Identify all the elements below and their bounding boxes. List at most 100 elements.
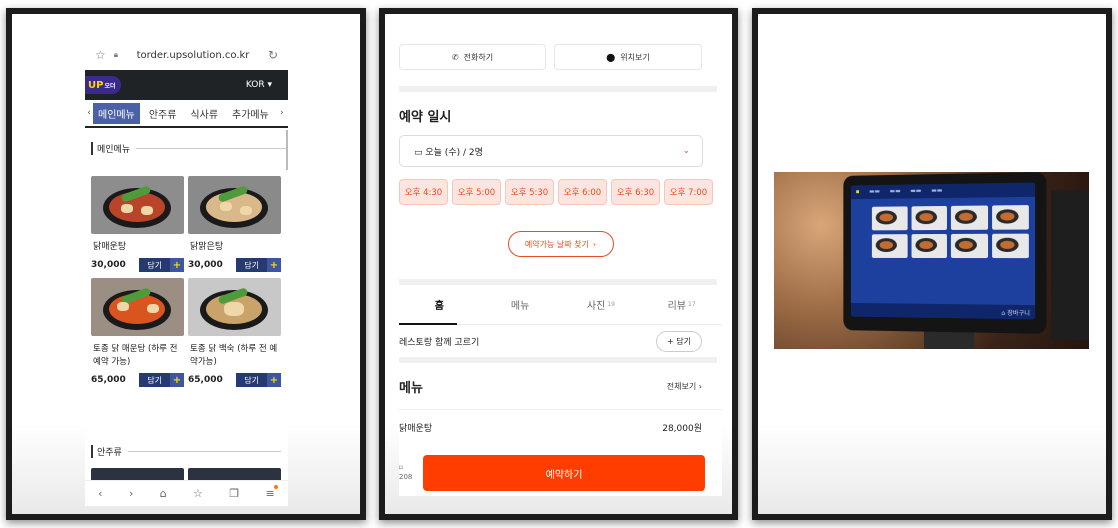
dish-photo xyxy=(188,278,281,336)
dish-price: 30,000 xyxy=(188,260,223,270)
menu-item-price: 28,000원 xyxy=(662,424,702,434)
menu-title: 메뉴 xyxy=(399,380,423,396)
tab-photos[interactable]: 사진 19 xyxy=(561,285,642,324)
menu-item-name: 닭매운탕 xyxy=(399,424,433,434)
section-title-text: 메인메뉴 xyxy=(97,145,131,155)
bookmark-icon: ⌑ xyxy=(399,464,403,472)
chevron-right-icon[interactable]: › xyxy=(278,108,286,118)
chevron-right-icon: › xyxy=(592,239,597,249)
up-order-logo: UP 오더 xyxy=(85,76,121,94)
add-to-cart-button[interactable]: 담기 + xyxy=(139,373,184,387)
dish-name: 닭매운탕 xyxy=(93,242,127,252)
add-to-cart-button[interactable]: 담기 + xyxy=(236,258,281,272)
date-party-select[interactable]: ▭ 오늘 (수) / 2명 ⌄ xyxy=(399,135,703,167)
tab-label: 메뉴 xyxy=(510,301,530,312)
time-slots: 오후 4:30 오후 5:00 오후 5:30 오후 6:00 오후 6:30 … xyxy=(399,179,722,205)
view-all-label: 전체보기 xyxy=(666,381,697,391)
dish-price: 65,000 xyxy=(188,375,223,385)
reserve-button[interactable]: 예약하기 xyxy=(423,455,705,491)
back-icon[interactable]: ‹ xyxy=(98,487,102,500)
reload-icon[interactable]: ↻ xyxy=(268,49,278,61)
bookmark-star-icon[interactable]: ☆ xyxy=(193,487,203,500)
add-label: 담기 xyxy=(139,373,170,387)
action-buttons: ✆ 전화하기 ⬤ 위치보기 xyxy=(399,44,722,70)
logo-subtext: 오더 xyxy=(104,82,116,90)
add-label: 담기 xyxy=(236,258,267,272)
time-slot[interactable]: 오후 4:30 xyxy=(399,179,448,205)
menu-item-row[interactable]: 닭매운탕 28,000원 xyxy=(399,409,722,445)
chevron-down-icon: ⌄ xyxy=(682,146,690,156)
tab-label: 리뷰 xyxy=(667,301,686,312)
find-label: 예약가능 날짜 찾기 xyxy=(524,239,589,249)
home-icon[interactable]: ⌂ xyxy=(160,487,167,500)
panel-tablet-photo: ▪ ▬▬ ▬▬ ▬▬ ▬▬ ⌂ 장바구니 xyxy=(758,14,1106,514)
dish-price: 30,000 xyxy=(91,260,126,270)
url-text: torder.upsolution.co.kr xyxy=(136,49,250,61)
time-slot[interactable]: 오후 6:00 xyxy=(558,179,607,205)
time-slot[interactable]: 오후 6:30 xyxy=(611,179,660,205)
section-title-main: 메인메뉴 xyxy=(91,142,288,155)
section-title-text: 안주류 xyxy=(97,448,122,458)
bottom-booking-bar: ⌑ 208 예약하기 xyxy=(399,450,722,496)
tab-home[interactable]: 홈 xyxy=(399,285,480,324)
dish-name: 닭맑은탕 xyxy=(190,242,224,252)
view-all-link[interactable]: 전체보기 › xyxy=(667,381,702,392)
dish-photo xyxy=(188,176,281,234)
tablet-menu-grid xyxy=(851,197,1035,259)
tab-extra-menu[interactable]: 추가메뉴 xyxy=(227,103,274,124)
browser-nav-bar: ‹ › ⌂ ☆ ❐ ≡ xyxy=(85,480,288,506)
plus-icon: + xyxy=(267,373,281,387)
photo-frame-reservation: ✆ 전화하기 ⬤ 위치보기 예약 일시 ▭ 오늘 (수) / 2명 ⌄ 오후 4:3… xyxy=(379,8,738,520)
time-slot[interactable]: 오후 5:00 xyxy=(452,179,501,205)
tab-meals[interactable]: 식사류 xyxy=(185,103,223,124)
tab-reviews[interactable]: 리뷰 17 xyxy=(641,285,722,324)
menu-grid: 닭매운탕 30,000 담기 + 닭맑은탕 30,000 담기 + 토종 닭 매… xyxy=(91,176,281,387)
dish-name: 토종 닭 매운탕 (하루 전 예약 가능) xyxy=(93,344,178,367)
scrollbar[interactable] xyxy=(286,130,288,170)
forward-icon[interactable]: › xyxy=(129,487,133,500)
photo-frame-tablet: ▪ ▬▬ ▬▬ ▬▬ ▬▬ ⌂ 장바구니 xyxy=(752,8,1112,520)
plus-icon: + xyxy=(267,258,281,272)
menu-card[interactable]: 닭맑은탕 30,000 담기 + xyxy=(188,176,281,272)
star-icon[interactable]: ☆ xyxy=(95,49,106,61)
section-title-side: 안주류 xyxy=(91,445,281,458)
active-tab-indicator xyxy=(399,323,457,325)
location-button[interactable]: ⬤ 위치보기 xyxy=(554,44,702,70)
photo-frame-mobile: ☆ 🔒︎ torder.upsolution.co.kr ↻ UP 오더 KOR … xyxy=(6,8,366,520)
time-slot[interactable]: 오후 5:30 xyxy=(505,179,554,205)
chevron-left-icon[interactable]: ‹ xyxy=(85,108,93,118)
add-together-button[interactable]: + 담기 xyxy=(656,330,702,352)
tabs-icon[interactable]: ❐ xyxy=(229,487,239,500)
order-tablet: ▪ ▬▬ ▬▬ ▬▬ ▬▬ ⌂ 장바구니 xyxy=(843,172,1047,334)
tablet-cart-bar: ⌂ 장바구니 xyxy=(850,302,1036,320)
cart-icon: ⌂ xyxy=(1001,309,1006,317)
add-to-cart-button[interactable]: 담기 + xyxy=(236,373,281,387)
dish-photo xyxy=(91,176,184,234)
reservation-screen: ✆ 전화하기 ⬤ 위치보기 예약 일시 ▭ 오늘 (수) / 2명 ⌄ 오후 4:3… xyxy=(399,34,722,496)
bookmark-button[interactable]: ⌑ 208 xyxy=(399,464,419,482)
location-label: 위치보기 xyxy=(620,52,650,62)
time-slot[interactable]: 오후 7:00 xyxy=(664,179,713,205)
tablet-order-photo: ▪ ▬▬ ▬▬ ▬▬ ▬▬ ⌂ 장바구니 xyxy=(774,172,1089,349)
tab-main-menu[interactable]: 메인메뉴 xyxy=(93,102,140,124)
add-label: 담기 xyxy=(236,373,267,387)
tab-menu[interactable]: 메뉴 xyxy=(480,285,561,324)
menu-card[interactable]: 토종 닭 백숙 (하루 전 예약가능) 65,000 담기 + xyxy=(188,278,281,387)
menu-icon[interactable]: ≡ xyxy=(266,485,278,500)
pick-together-row: 레스토랑 함께 고르기 + 담기 xyxy=(399,325,722,357)
add-to-cart-button[interactable]: 담기 + xyxy=(139,258,184,272)
find-available-date-button[interactable]: 예약가능 날짜 찾기 › xyxy=(507,231,614,257)
menu-header: 메뉴 전체보기 › xyxy=(399,363,722,409)
dish-price: 65,000 xyxy=(91,375,126,385)
dish-name: 토종 닭 백숙 (하루 전 예약가능) xyxy=(190,344,278,367)
menu-card[interactable]: 토종 닭 매운탕 (하루 전 예약 가능) 65,000 담기 + xyxy=(91,278,184,387)
divider-band xyxy=(399,86,717,92)
menu-card[interactable]: 닭매운탕 30,000 담기 + xyxy=(91,176,184,272)
pick-together-text: 레스토랑 함께 고르기 xyxy=(399,337,480,348)
bookmark-count: 208 xyxy=(399,473,413,481)
language-selector[interactable]: KOR ▾ xyxy=(246,80,272,90)
call-button[interactable]: ✆ 전화하기 xyxy=(399,44,546,70)
tab-side-dishes[interactable]: 안주류 xyxy=(144,103,182,124)
browser-url-bar[interactable]: ☆ 🔒︎ torder.upsolution.co.kr ↻ xyxy=(85,40,288,70)
calendar-icon: ▭ xyxy=(414,147,423,158)
